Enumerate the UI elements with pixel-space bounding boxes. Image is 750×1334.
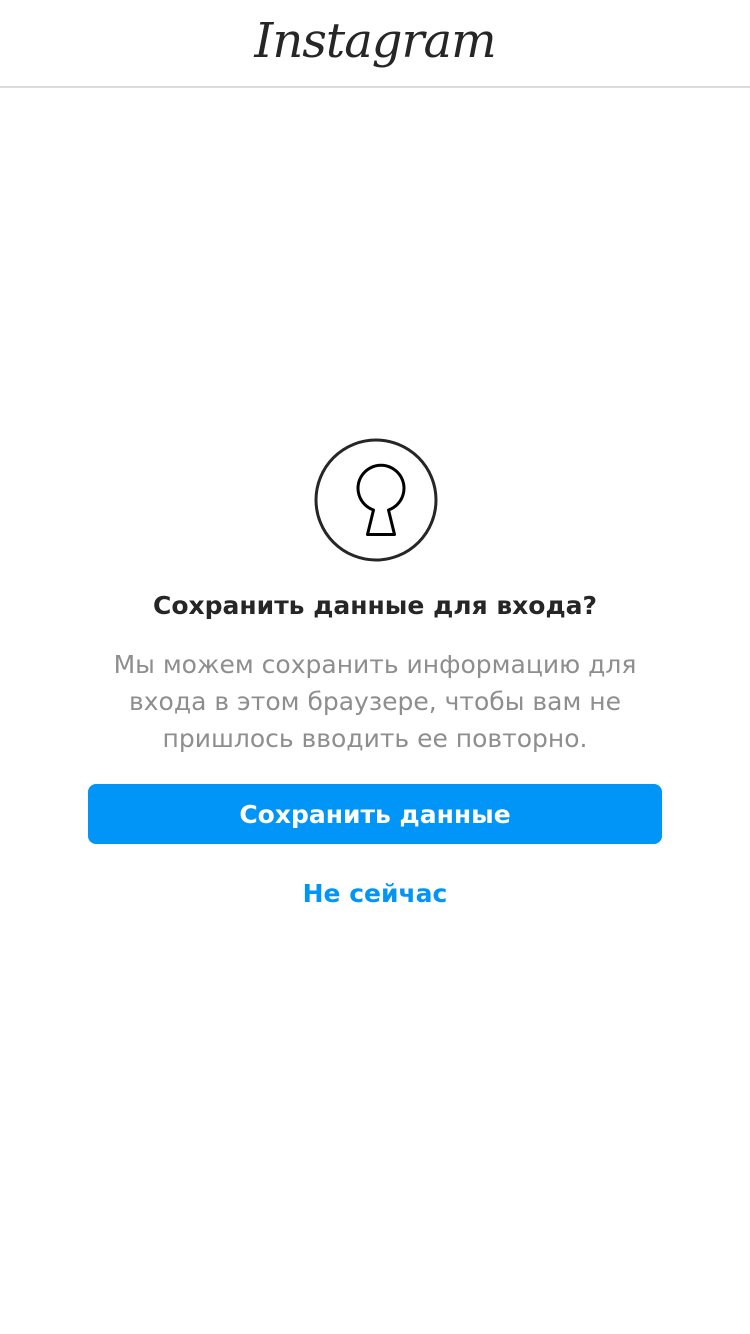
not-now-button[interactable]: Не сейчас (0, 876, 750, 912)
save-login-button[interactable]: Сохранить данные (88, 784, 662, 844)
dialog-description: Мы можем сохранить информацию для входа … (113, 650, 637, 753)
top-header: Instagram (0, 0, 750, 88)
dialog-title: Сохранить данные для входа? (152, 591, 598, 620)
keyhole-icon (314, 438, 438, 562)
instagram-logo[interactable]: Instagram (254, 17, 496, 65)
